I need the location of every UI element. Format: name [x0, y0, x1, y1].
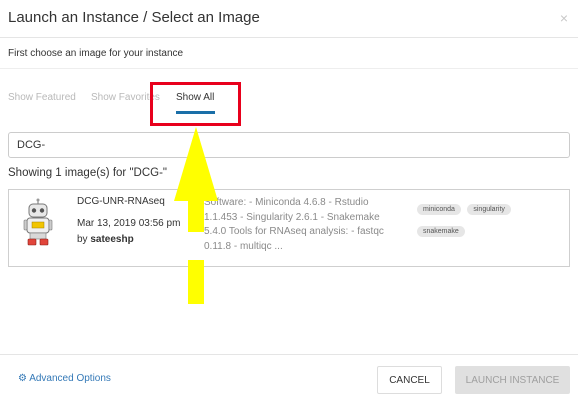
- search-input[interactable]: [8, 132, 570, 158]
- image-author: by sateeshp: [77, 234, 134, 245]
- image-date: Mar 13, 2019 03:56 pm: [77, 218, 181, 229]
- divider: [0, 68, 578, 69]
- tag-list: miniconda singularity snakemake: [417, 198, 567, 242]
- gear-icon: ⚙: [18, 373, 27, 384]
- robot-icon: [23, 198, 53, 246]
- author-name: sateeshp: [90, 234, 134, 245]
- modal-title: Launch an Instance / Select an Image: [8, 9, 260, 26]
- author-prefix: by: [77, 234, 88, 245]
- close-icon[interactable]: ×: [560, 10, 568, 26]
- advanced-options-label: Advanced Options: [29, 373, 111, 384]
- image-description: Software: - Miniconda 4.6.8 - Rstudio 1.…: [204, 197, 384, 252]
- results-summary: Showing 1 image(s) for "DCG-": [8, 167, 167, 179]
- tab-show-featured[interactable]: Show Featured: [8, 92, 76, 103]
- intro-text: First choose an image for your instance: [8, 48, 184, 59]
- image-card[interactable]: DCG-UNR-RNAseq Mar 13, 2019 03:56 pm by …: [8, 189, 570, 267]
- footer-divider: [0, 354, 578, 355]
- advanced-options-link[interactable]: ⚙ Advanced Options: [18, 373, 111, 384]
- annotation-highlight-box: [150, 82, 241, 126]
- tag[interactable]: miniconda: [417, 204, 461, 215]
- modal-header: Launch an Instance / Select an Image ×: [0, 0, 578, 38]
- launch-instance-button[interactable]: LAUNCH INSTANCE: [455, 366, 570, 394]
- tag[interactable]: singularity: [467, 204, 511, 215]
- image-name: DCG-UNR-RNAseq: [77, 196, 165, 207]
- cancel-button[interactable]: CANCEL: [377, 366, 442, 394]
- tag[interactable]: snakemake: [417, 226, 465, 237]
